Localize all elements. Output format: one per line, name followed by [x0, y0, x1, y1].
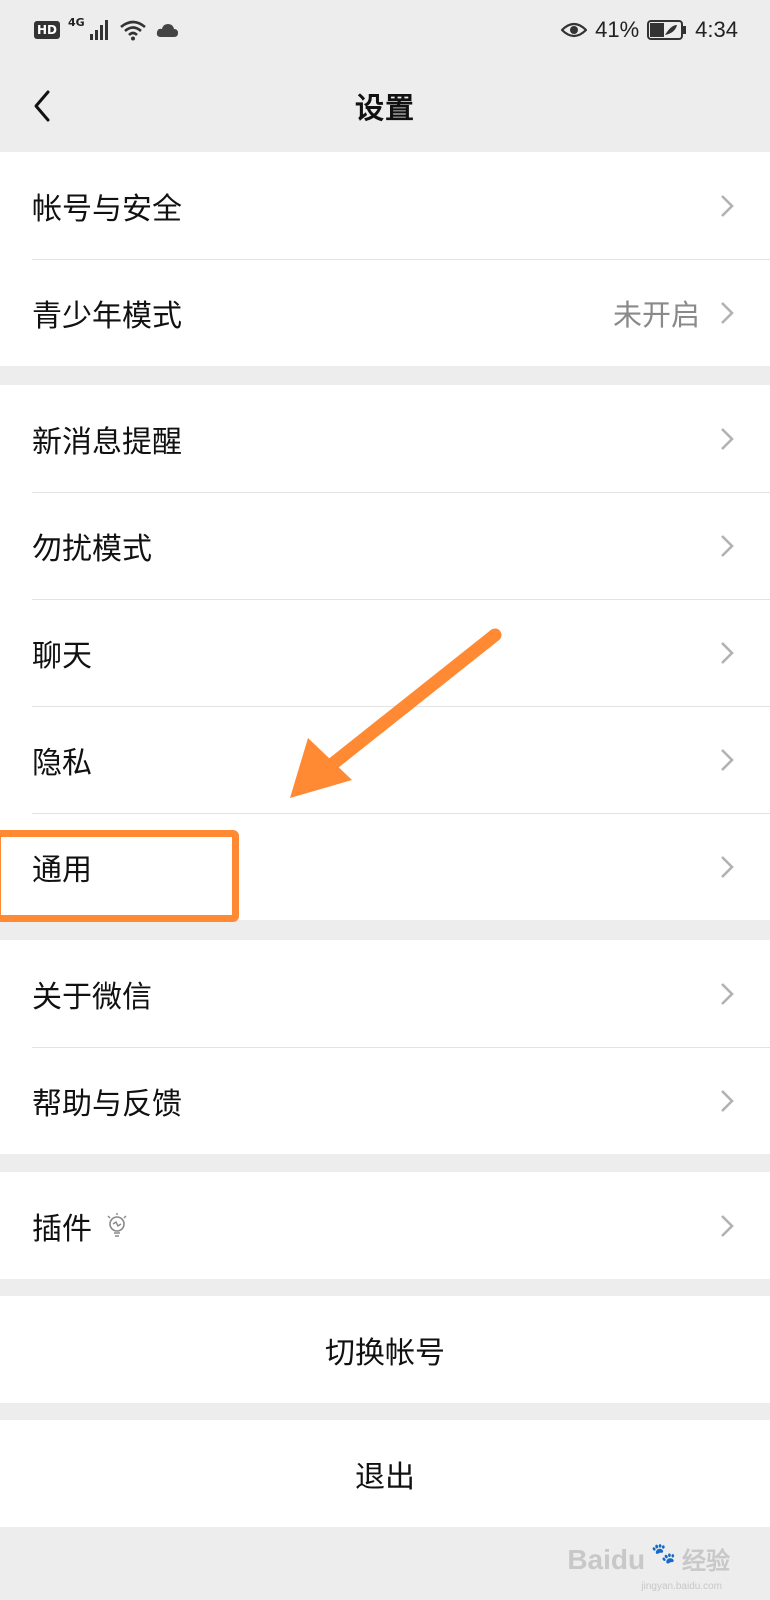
- settings-item-label: 关于微信: [32, 979, 152, 1015]
- battery-percent: 41%: [595, 17, 640, 42]
- switch-account-group: 切换帐号: [0, 1296, 770, 1403]
- status-left: HD 4G: [34, 15, 179, 41]
- baidu-watermark: Baidu 🐾 经验 jingyan.baidu.com: [567, 1541, 730, 1592]
- settings-item-label: 隐私: [32, 745, 92, 781]
- settings-item-label: 勿扰模式: [32, 531, 152, 567]
- settings-item-account-security[interactable]: 帐号与安全: [0, 152, 770, 259]
- settings-item-about-wechat[interactable]: 关于微信: [0, 940, 770, 1047]
- settings-item-help-feedback[interactable]: 帮助与反馈: [0, 1047, 770, 1154]
- nav-header: 设置: [0, 60, 770, 152]
- battery-icon: [647, 20, 687, 40]
- settings-item-general[interactable]: 通用: [0, 813, 770, 920]
- network-type: 4G: [68, 15, 85, 29]
- chevron-right-icon: [721, 1089, 734, 1112]
- settings-group-about: 关于微信 帮助与反馈: [0, 940, 770, 1154]
- clock-time: 4:34: [695, 17, 738, 42]
- wifi-icon: [119, 20, 146, 41]
- logout-button[interactable]: 退出: [0, 1420, 770, 1527]
- chevron-right-icon: [721, 748, 734, 771]
- settings-item-teen-mode[interactable]: 青少年模式 未开启: [0, 259, 770, 366]
- hd-badge: HD: [34, 21, 61, 39]
- settings-item-label: 新消息提醒: [32, 424, 182, 460]
- settings-group-account: 帐号与安全 青少年模式 未开启: [0, 152, 770, 366]
- settings-item-privacy[interactable]: 隐私: [0, 706, 770, 813]
- watermark-cn: 经验: [682, 1548, 730, 1575]
- watermark-url: jingyan.baidu.com: [641, 1581, 722, 1592]
- watermark-brand: Baidu: [567, 1544, 646, 1575]
- chevron-right-icon: [721, 301, 734, 324]
- chevron-right-icon: [721, 641, 734, 664]
- settings-group-general: 新消息提醒 勿扰模式 聊天 隐私 通用: [0, 385, 770, 920]
- paw-icon: 🐾: [651, 1543, 676, 1565]
- settings-group-plugins: 插件: [0, 1172, 770, 1279]
- status-right: 41% 4:34: [561, 17, 738, 43]
- eye-comfort-icon: [561, 22, 588, 38]
- chevron-right-icon: [721, 1214, 734, 1237]
- settings-item-notifications[interactable]: 新消息提醒: [0, 385, 770, 492]
- teen-mode-status: 未开启: [612, 297, 700, 332]
- settings-item-label: 帐号与安全: [32, 191, 182, 227]
- chevron-right-icon: [721, 194, 734, 217]
- signal-icon: [89, 20, 108, 40]
- settings-item-chat[interactable]: 聊天: [0, 599, 770, 706]
- settings-item-label: 帮助与反馈: [32, 1086, 182, 1122]
- lightbulb-icon: [107, 1212, 127, 1237]
- settings-item-plugins[interactable]: 插件: [0, 1172, 770, 1279]
- settings-item-label: 聊天: [32, 638, 92, 674]
- logout-group: 退出: [0, 1420, 770, 1527]
- switch-account-button[interactable]: 切换帐号: [0, 1296, 770, 1403]
- chevron-right-icon: [721, 534, 734, 557]
- chevron-right-icon: [721, 427, 734, 450]
- settings-item-do-not-disturb[interactable]: 勿扰模式: [0, 492, 770, 599]
- back-arrow-icon[interactable]: [24, 86, 64, 126]
- settings-item-label: 通用: [32, 852, 92, 888]
- settings-item-label: 青少年模式: [32, 298, 182, 334]
- chevron-right-icon: [721, 982, 734, 1005]
- status-bar: HD 4G 41% 4:34: [0, 0, 770, 60]
- cloud-icon: [156, 24, 178, 37]
- chevron-right-icon: [721, 855, 734, 878]
- settings-item-label: 插件: [32, 1211, 92, 1247]
- page-title: 设置: [354, 91, 415, 125]
